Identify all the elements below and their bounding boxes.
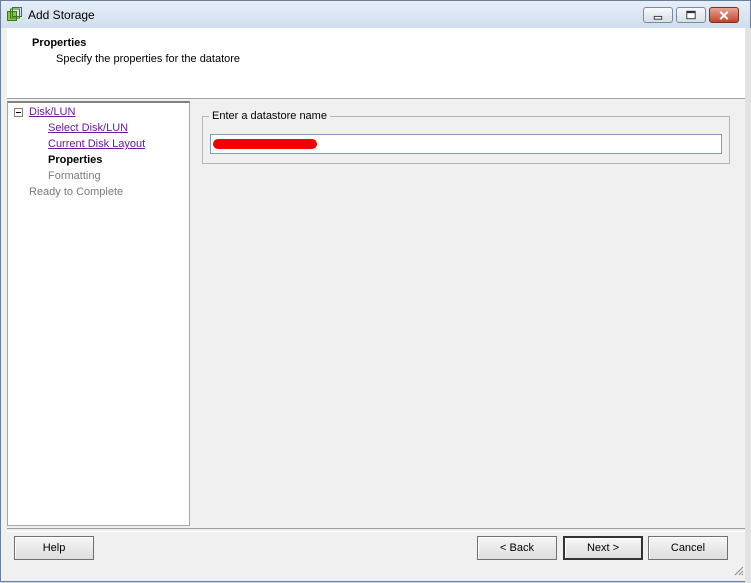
datastore-name-group: Enter a datastore name bbox=[202, 110, 730, 164]
resize-grip-icon[interactable] bbox=[732, 564, 744, 576]
nav-item-select-disk-lun[interactable]: Select Disk/LUN bbox=[48, 122, 128, 134]
properties-content: Enter a datastore name bbox=[192, 101, 744, 526]
window-edge bbox=[745, 28, 751, 583]
nav-item-disk-lun[interactable]: Disk/LUN bbox=[29, 106, 75, 118]
add-storage-window: Add Storage Properties Specify the prope… bbox=[0, 0, 751, 583]
vsphere-storage-icon bbox=[7, 7, 22, 21]
cancel-button[interactable]: Cancel bbox=[648, 536, 728, 560]
nav-item-current-disk-layout[interactable]: Current Disk Layout bbox=[48, 138, 145, 150]
maximize-icon bbox=[686, 10, 696, 20]
datastore-name-label: Enter a datastore name bbox=[209, 110, 330, 122]
redaction-mark bbox=[213, 139, 317, 149]
step-title: Properties bbox=[32, 37, 87, 49]
maximize-button[interactable] bbox=[676, 7, 706, 23]
close-button[interactable] bbox=[709, 7, 739, 23]
step-subtitle: Specify the properties for the datatore bbox=[56, 53, 241, 65]
wizard-steps-panel: Disk/LUN Select Disk/LUN Current Disk La… bbox=[7, 101, 190, 526]
collapse-icon[interactable] bbox=[14, 108, 23, 117]
minimize-button[interactable] bbox=[643, 7, 673, 23]
wizard-header: Properties Specify the properties for th… bbox=[7, 28, 745, 99]
back-button[interactable]: < Back bbox=[477, 536, 557, 560]
help-button[interactable]: Help bbox=[14, 536, 94, 560]
title-bar[interactable]: Add Storage bbox=[1, 1, 750, 28]
window-title: Add Storage bbox=[28, 8, 95, 22]
nav-item-ready-to-complete: Ready to Complete bbox=[29, 186, 124, 198]
nav-item-properties: Properties bbox=[48, 154, 103, 166]
minimize-icon bbox=[653, 15, 663, 20]
footer-divider bbox=[7, 528, 745, 532]
nav-item-formatting: Formatting bbox=[48, 170, 101, 182]
next-button[interactable]: Next > bbox=[563, 536, 643, 560]
close-icon bbox=[719, 11, 729, 20]
